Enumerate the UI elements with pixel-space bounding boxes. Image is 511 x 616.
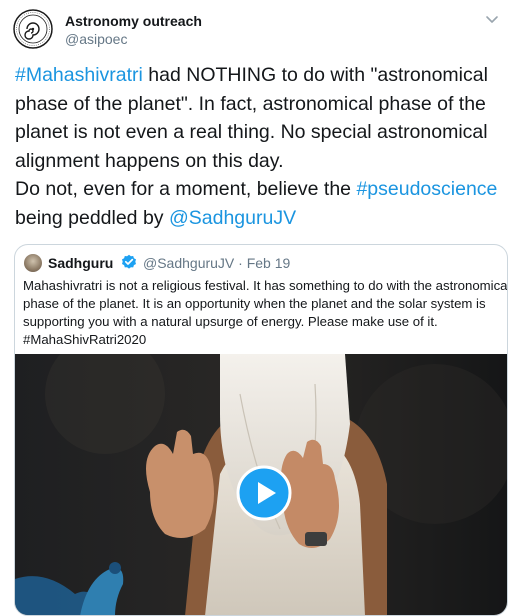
tweet-text-line: planet is not even a real thing. No spec… bbox=[15, 118, 505, 147]
tweet-text-segment: had NOTHING to do with "astronomical bbox=[142, 64, 488, 86]
author-handle[interactable]: @asipoec bbox=[65, 31, 127, 47]
tweet-text: #Mahashivratri had NOTHING to do with "a… bbox=[15, 61, 505, 232]
mention-link[interactable]: @SadhguruJV bbox=[169, 207, 296, 229]
quoted-author-handle-date[interactable]: @SadhguruJV · Feb 19 bbox=[143, 255, 290, 271]
astronomy-society-logo-icon bbox=[13, 9, 53, 49]
tweet-text-segment: planet is not even a real thing. No spec… bbox=[15, 121, 488, 143]
hashtag-link[interactable]: #pseudoscience bbox=[356, 178, 497, 200]
tweet-text-segment: phase of the planet". In fact, astronomi… bbox=[15, 92, 486, 115]
hashtag-link[interactable]: #Mahashivratri bbox=[15, 64, 143, 86]
play-icon[interactable] bbox=[236, 465, 292, 521]
tweet-text-line: being peddled by @SadhguruJV bbox=[15, 204, 505, 233]
tweet-text-segment: alignment happens on this day. bbox=[15, 149, 284, 172]
quoted-author-name[interactable]: Sadhguru bbox=[48, 255, 113, 271]
verified-badge-icon bbox=[122, 254, 136, 269]
tweet-text-segment: being peddled by bbox=[15, 206, 169, 229]
chevron-down-icon[interactable] bbox=[485, 13, 499, 27]
quoted-tweet-text-line: phase of the planet. It is an opportunit… bbox=[23, 296, 486, 311]
quoted-tweet-text-line: #MahaShivRatri2020 bbox=[23, 332, 147, 347]
quoted-tweet-text-line: supporting you with a natural upsurge of… bbox=[23, 314, 438, 329]
quoted-tweet-text-line: Mahashivratri is not a religious festiva… bbox=[23, 278, 508, 293]
video-thumbnail[interactable] bbox=[15, 334, 507, 615]
quoted-tweet[interactable]: Sadhguru @SadhguruJV · Feb 19 Mahashivra… bbox=[14, 244, 508, 616]
tweet-text-line: Do not, even for a moment, believe the #… bbox=[15, 175, 505, 204]
author-avatar[interactable] bbox=[13, 9, 53, 49]
author-name[interactable]: Astronomy outreach bbox=[65, 13, 202, 29]
quoted-author-avatar[interactable] bbox=[24, 254, 42, 272]
tweet-text-line: alignment happens on this day. bbox=[15, 147, 505, 176]
tweet-text-line: #Mahashivratri had NOTHING to do with "a… bbox=[15, 61, 505, 90]
tweet-text-line: phase of the planet". In fact, astronomi… bbox=[15, 90, 505, 119]
quoted-tweet-text: Mahashivratri is not a religious festiva… bbox=[23, 277, 508, 349]
tweet-text-segment: Do not, even for a moment, believe the bbox=[15, 178, 357, 200]
